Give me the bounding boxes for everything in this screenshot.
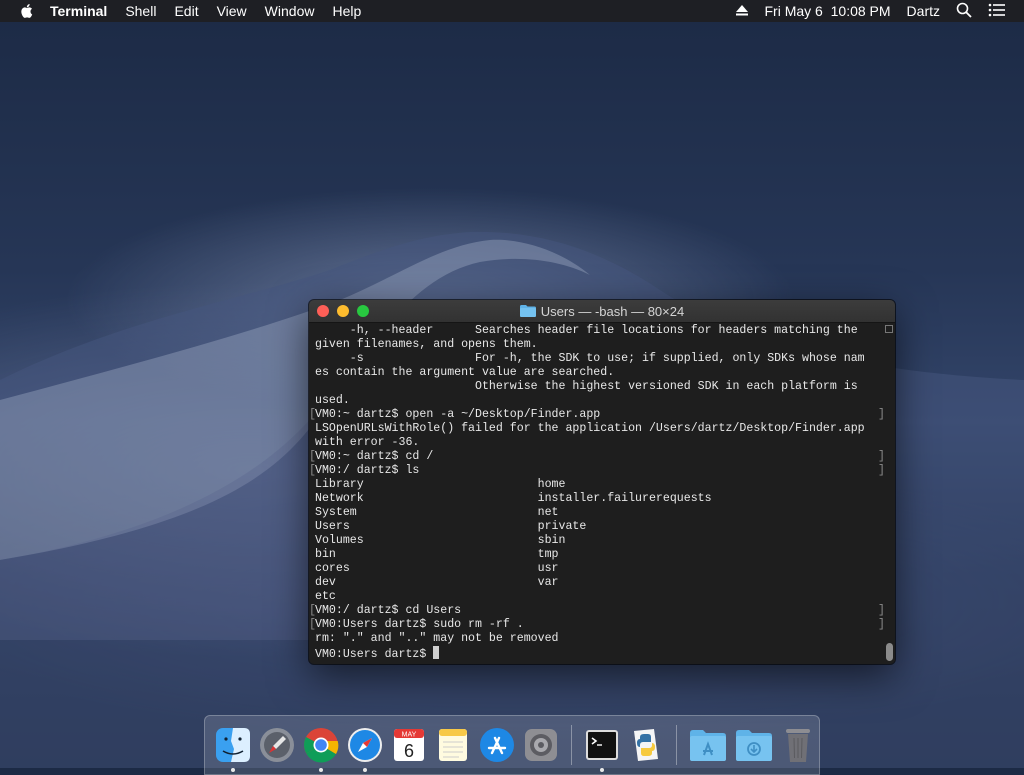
- calendar-month: MAY: [402, 732, 417, 739]
- menu-help[interactable]: Help: [332, 3, 361, 19]
- scroll-marker: [885, 325, 893, 333]
- eject-icon[interactable]: [735, 3, 749, 19]
- running-indicator: [319, 768, 323, 772]
- dock-separator: [571, 725, 572, 765]
- launchpad-icon[interactable]: [259, 726, 295, 764]
- terminal-line: VM0:~ dartz$ open -a ~/Desktop/Finder.ap…: [309, 408, 885, 421]
- trash-icon[interactable]: [781, 726, 815, 764]
- prompt-mark: [: [309, 618, 316, 631]
- terminal-line: cores usr: [315, 562, 559, 575]
- terminal-output[interactable]: -h, --header Searches header file locati…: [309, 323, 885, 664]
- text-cursor: [433, 646, 440, 659]
- terminal-line: Otherwise the highest versioned SDK in e…: [315, 380, 858, 393]
- terminal-line: rm: "." and ".." may not be removed: [315, 632, 559, 645]
- terminal-line: given filenames, and opens them.: [315, 338, 538, 351]
- menubar-user[interactable]: Dartz: [907, 3, 940, 19]
- notification-center-icon[interactable]: [988, 3, 1006, 20]
- menu-shell[interactable]: Shell: [125, 3, 156, 19]
- terminal-line: VM0:Users dartz$ sudo rm -rf .[]: [309, 618, 885, 631]
- scrollbar[interactable]: [883, 323, 895, 664]
- notes-icon[interactable]: [435, 726, 471, 764]
- terminal-line: dev var: [315, 576, 559, 589]
- terminal-line: LSOpenURLsWithRole() failed for the appl…: [315, 422, 865, 435]
- terminal-line: VM0:/ dartz$ cd Users[]: [309, 604, 885, 617]
- menu-window[interactable]: Window: [265, 3, 315, 19]
- chrome-icon[interactable]: [303, 726, 339, 772]
- running-indicator: [363, 768, 367, 772]
- terminal-line: -s For -h, the SDK to use; if supplied, …: [315, 352, 865, 365]
- terminal-line: with error -36.: [315, 436, 420, 449]
- scroll-thumb[interactable]: [886, 643, 893, 661]
- prompt-mark: [: [309, 604, 316, 617]
- finder-icon[interactable]: [215, 726, 251, 772]
- terminal-line: used.: [315, 394, 350, 407]
- terminal-line: -h, --header Searches header file locati…: [315, 324, 858, 337]
- terminal-line: bin tmp: [315, 548, 559, 561]
- menu-view[interactable]: View: [217, 3, 247, 19]
- applications-folder-icon[interactable]: [689, 726, 727, 764]
- terminal-line: etc: [315, 590, 336, 603]
- running-indicator: [599, 768, 604, 772]
- spotlight-search-icon[interactable]: [956, 2, 972, 21]
- terminal-line: System net: [315, 506, 559, 519]
- window-title-group: Users — -bash — 80×24: [309, 300, 895, 322]
- calendar-day: 6: [404, 741, 414, 761]
- terminal-line: Library home: [315, 478, 566, 491]
- dock: MAY 6: [204, 715, 820, 775]
- terminal-line: Volumes sbin: [315, 534, 566, 547]
- menu-bar: Terminal Shell Edit View Window Help Fri…: [0, 0, 1024, 22]
- terminal-window: Users — -bash — 80×24 -h, --header Searc…: [309, 300, 895, 664]
- prompt-mark: [: [309, 464, 316, 477]
- dock-separator: [675, 725, 677, 765]
- python-launcher-icon[interactable]: [628, 726, 664, 764]
- prompt-mark: [: [309, 408, 316, 421]
- safari-icon[interactable]: [347, 726, 383, 772]
- menu-edit[interactable]: Edit: [174, 3, 198, 19]
- app-store-icon[interactable]: [479, 726, 515, 764]
- apple-menu-icon[interactable]: [18, 2, 36, 20]
- terminal-line: VM0:/ dartz$ ls[]: [309, 464, 885, 477]
- running-indicator: [231, 768, 235, 772]
- folder-icon: [519, 305, 536, 317]
- window-title: Users — -bash — 80×24: [540, 303, 685, 319]
- downloads-folder-icon[interactable]: [735, 726, 773, 764]
- prompt-mark: [: [309, 450, 316, 463]
- terminal-icon[interactable]: [584, 726, 620, 772]
- calendar-icon[interactable]: MAY 6: [391, 726, 427, 764]
- terminal-line: Network installer.failurerequests: [315, 492, 712, 505]
- menubar-clock[interactable]: Fri May 6 10:08 PM: [765, 3, 891, 19]
- terminal-line: Users private: [315, 520, 587, 533]
- terminal-line: es contain the argument value are search…: [315, 366, 615, 379]
- menu-app-name[interactable]: Terminal: [50, 3, 107, 19]
- terminal-line: VM0:~ dartz$ cd /[]: [309, 450, 885, 463]
- window-titlebar[interactable]: Users — -bash — 80×24: [309, 300, 895, 323]
- system-preferences-icon[interactable]: [523, 726, 559, 764]
- terminal-line: VM0:Users dartz$: [315, 646, 877, 661]
